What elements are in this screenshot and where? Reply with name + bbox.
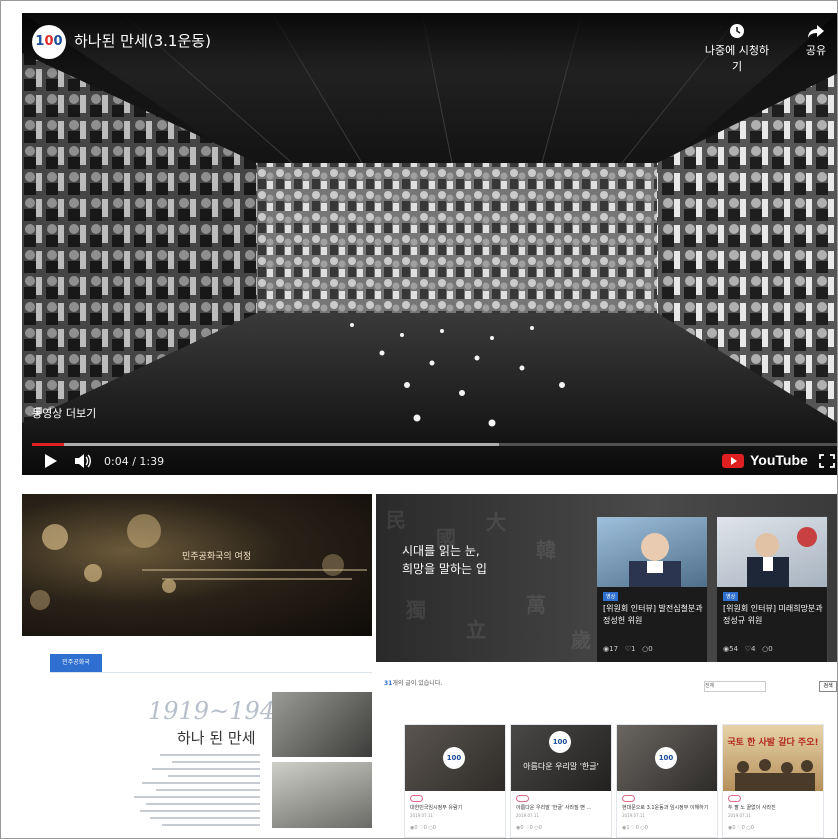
post-title: 대한민국임시정부 유람기 (410, 805, 463, 811)
post-card[interactable]: 국토 한 사발 갈다 주오! 두 팔 노 끝없이 사라진 2019.07.11 … (722, 724, 824, 838)
time-display: 0:04 / 1:39 (104, 455, 165, 468)
video-badge: 영상 (603, 592, 619, 601)
post-thumbnail: 국토 한 사발 갈다 주오! (723, 725, 823, 791)
post-title: 두 팔 노 끝없이 사라진 (728, 805, 776, 811)
post-count: 31개의 글이 있습니다. (384, 680, 443, 687)
post-date: 2019.07.11 (516, 813, 539, 818)
history-panel: 민주공화국의 여정 민주공화국 1919~1945 하나 된 만세 (22, 494, 372, 839)
share-button[interactable]: 공유 (794, 23, 838, 58)
interview-card[interactable]: 영상 [위원회 인터뷰] 발전심철분과 정성헌 위원 ◉17 ♡1 ○0 (596, 516, 708, 662)
tab-5[interactable] (274, 654, 326, 672)
video-frame (22, 13, 838, 475)
era-years: 1919~1945 (148, 697, 291, 725)
tab-2[interactable] (106, 654, 158, 672)
hero-headline: 희망을 말하는 입 (402, 562, 487, 576)
post-thumbnail: 100 (405, 725, 505, 791)
post-card[interactable]: 100 아름다운 우리말 '한글' 아름다운 우리말 '한글' 사라질 뻔 … … (510, 724, 612, 838)
post-tag (622, 795, 636, 802)
post-date: 2019.07.11 (622, 813, 645, 818)
progress-played (32, 443, 65, 446)
post-thumbnail: 100 (617, 725, 717, 791)
history-hero-title: 민주공화국의 여정 (182, 552, 252, 562)
video-player[interactable]: 100 하나된 만세(3.1운동) 나중에 시청하기 공유 동영상 더보기 0:… (22, 13, 838, 475)
post-tag (728, 795, 742, 802)
hero-headline: 시대를 읽는 눈, (402, 544, 480, 558)
hero-text-line (162, 578, 352, 580)
clock-icon (730, 24, 744, 38)
video-title[interactable]: 하나된 만세(3.1운동) (74, 30, 211, 51)
tab-6[interactable] (330, 654, 372, 672)
watch-later-label: 나중에 시청하기 (704, 44, 770, 73)
era-title: 하나 된 만세 (177, 729, 256, 747)
progress-buffered (32, 443, 500, 446)
post-date: 2019.07.11 (410, 813, 433, 818)
volume-icon[interactable] (74, 453, 92, 469)
youtube-label: YouTube (750, 452, 808, 468)
post-stats: ◉0 ♡0 ○0 (410, 825, 436, 831)
search-button[interactable]: 검색 (819, 681, 838, 692)
more-videos-button[interactable]: 동영상 더보기 (32, 405, 96, 421)
youtube-icon (722, 454, 744, 469)
channel-logo: 100 (443, 747, 465, 769)
share-label: 공유 (805, 44, 827, 57)
post-card[interactable]: 100 현대문으로 3.1운동과 임시정부 이해하기 2019.07.11 ◉1… (616, 724, 718, 838)
interview-thumbnail (597, 517, 707, 587)
interview-hero-banner: 民國 大韓 獨立 萬歲 시대를 읽는 눈, 희망을 말하는 입 영상 [위원회 … (376, 494, 838, 662)
post-title: 현대문으로 3.1운동과 임시정부 이해하기 (622, 805, 709, 811)
post-date: 2019.07.11 (728, 813, 751, 818)
tab-3[interactable] (162, 654, 214, 672)
post-stats: ◉0 ♡0 ○0 (728, 825, 754, 831)
history-hero-banner: 민주공화국의 여정 (22, 494, 372, 636)
youtube-logo[interactable]: YouTube (722, 452, 808, 469)
thumbnail-caption: 국토 한 사발 갈다 주오! (727, 738, 819, 748)
thumbnail-caption: 아름다운 우리말 '한글' (523, 762, 599, 771)
post-tag (410, 795, 424, 802)
hero-text-line (142, 569, 367, 571)
fullscreen-icon[interactable] (819, 454, 835, 468)
historical-photo[interactable] (272, 762, 372, 828)
progress-bar[interactable] (32, 443, 838, 446)
media-panel: 民國 大韓 獨立 萬歲 시대를 읽는 눈, 희망을 말하는 입 영상 [위원회 … (376, 494, 838, 839)
post-stats: ◉0 ♡0 ○0 (516, 825, 542, 831)
video-badge: 영상 (723, 592, 739, 601)
post-title: 아름다운 우리말 '한글' 사라질 뻔 … (516, 805, 592, 811)
post-thumbnail: 100 아름다운 우리말 '한글' (511, 725, 611, 791)
channel-logo: 100 (549, 731, 571, 753)
interview-title: [위원회 인터뷰] 발전심철분과 정성헌 위원 (603, 604, 703, 625)
interview-thumbnail (717, 517, 827, 587)
tab-democratic-republic[interactable]: 민주공화국 (50, 654, 102, 672)
channel-logo: 100 (655, 747, 677, 769)
search-filter-select[interactable]: 전체 (704, 681, 766, 692)
interview-stats: ◉54 ♡4 ○0 (723, 645, 773, 653)
interview-title: [위원회 인터뷰] 미래희망분과 정성규 위원 (723, 604, 823, 625)
post-stats: ◉1 ♡0 ○0 (622, 825, 648, 831)
tab-4[interactable] (218, 654, 270, 672)
post-tag (516, 795, 530, 802)
watch-later-button[interactable]: 나중에 시청하기 (702, 23, 772, 74)
search-bar: 전체 검색 (704, 676, 838, 695)
interview-stats: ◉17 ♡1 ○0 (603, 645, 653, 653)
share-arrow-icon (808, 25, 824, 38)
play-icon[interactable] (44, 453, 58, 469)
post-card[interactable]: 100 대한민국임시정부 유람기 2019.07.11 ◉0 ♡0 ○0 (404, 724, 506, 838)
history-tabs: 민주공화국 (50, 654, 372, 673)
channel-logo[interactable]: 100 (32, 25, 66, 59)
historical-photo[interactable] (272, 692, 372, 757)
interview-card[interactable]: 영상 [위원회 인터뷰] 미래희망분과 정성규 위원 ◉54 ♡4 ○0 (716, 516, 828, 662)
